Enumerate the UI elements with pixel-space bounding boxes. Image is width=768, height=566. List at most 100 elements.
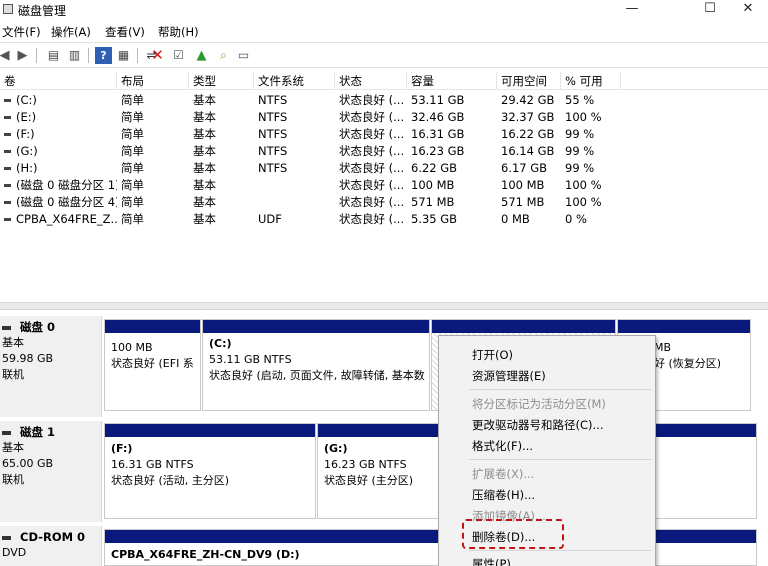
cell-percent-free: 55 % <box>565 93 595 107</box>
partition-name: CPBA_X64FRE_ZH-CN_DV9 (D:) <box>111 548 300 561</box>
table-row[interactable]: (C:) 简单 基本 NTFS 状态良好 (... 53.11 GB 29.42 GB 55 … <box>0 92 768 109</box>
disk-1-info[interactable]: 磁盘 1 基本 65.00 GB 联机 <box>0 421 102 522</box>
cell-volume: (F:) <box>0 126 117 143</box>
cell-layout: 简单 <box>121 212 144 226</box>
disk-0-type: 基本 <box>2 336 24 349</box>
disk-0-status: 联机 <box>2 368 24 381</box>
cell-free-space: 32.37 GB <box>501 110 555 124</box>
col-percent-free[interactable]: % 可用 <box>561 72 621 90</box>
cell-free-space: 29.42 GB <box>501 93 555 107</box>
col-free-space[interactable]: 可用空间 <box>497 72 561 90</box>
cell-percent-free: 100 % <box>565 110 602 124</box>
cell-volume: (C:) <box>0 92 117 109</box>
cdrom-0-info[interactable]: CD-ROM 0 DVD <box>0 526 102 566</box>
menu-view[interactable]: 查看(V) <box>105 24 145 40</box>
cell-free-space: 16.22 GB <box>501 127 555 141</box>
cell-type: 基本 <box>193 212 216 226</box>
disk-0-name: 磁盘 0 <box>2 319 101 335</box>
toolbar-separator <box>137 48 138 63</box>
cell-status: 状态良好 (... <box>339 161 405 175</box>
cell-layout: 简单 <box>121 110 144 124</box>
menu-shrink-volume[interactable]: 压缩卷(H)... <box>472 487 535 503</box>
menu-action[interactable]: 操作(A) <box>51 24 91 40</box>
partition-name: (C:) <box>209 337 232 350</box>
rescan-icon[interactable]: ▭ <box>235 47 252 64</box>
cell-filesystem <box>254 177 335 194</box>
disk-1-type: 基本 <box>2 441 24 454</box>
partition-status: 好 (恢复分区) <box>654 357 722 370</box>
cell-status: 状态良好 (... <box>339 110 405 124</box>
cell-filesystem <box>254 194 335 211</box>
partition-f[interactable]: (F:) 16.31 GB NTFS 状态良好 (活动, 主分区) <box>104 423 316 519</box>
partition-size: 16.31 GB NTFS <box>111 458 194 471</box>
partition-name: (F:) <box>111 442 133 455</box>
menu-file[interactable]: 文件(F) <box>2 24 41 40</box>
up-folder-icon[interactable]: ▲ <box>193 47 210 64</box>
back-icon[interactable]: ◀ <box>0 47 13 64</box>
partition-size: MB <box>654 341 672 354</box>
forward-icon[interactable]: ▶ <box>14 47 31 64</box>
cell-layout: 简单 <box>121 127 144 141</box>
cell-type: 基本 <box>193 110 216 124</box>
cell-type: 基本 <box>193 93 216 107</box>
table-row[interactable]: (磁盘 0 磁盘分区 4) 简单 基本 状态良好 (... 571 MB 571 MB 10… <box>0 194 768 211</box>
search-folder-icon[interactable]: ⌕ <box>215 47 232 64</box>
cell-capacity: 16.23 GB <box>411 144 465 158</box>
menu-separator <box>469 550 651 551</box>
partition-c[interactable]: (C:) 53.11 GB NTFS 状态良好 (启动, 页面文件, 故障转储,… <box>202 319 430 411</box>
table-row[interactable]: (磁盘 0 磁盘分区 1) 简单 基本 状态良好 (... 100 MB 100 MB 10… <box>0 177 768 194</box>
maximize-button[interactable]: ☐ <box>690 0 730 20</box>
partition-status: 状态良好 (活动, 主分区) <box>111 474 230 487</box>
properties-icon[interactable]: ▦ <box>115 47 132 64</box>
cell-layout: 简单 <box>121 161 144 175</box>
disk-0-info[interactable]: 磁盘 0 基本 59.98 GB 联机 <box>0 316 102 417</box>
cell-type: 基本 <box>193 195 216 209</box>
cell-free-space: 100 MB <box>501 178 545 192</box>
toolbar: ◀ ▶ ▤ ▥ ? ▦ ⇌ ✕ ☑ ▲ ⌕ ▭ <box>0 42 768 68</box>
title-bar: 磁盘管理 — ☐ ✕ <box>0 0 768 20</box>
table-row[interactable]: (F:) 简单 基本 NTFS 状态良好 (... 16.31 GB 16.22 GB 99 … <box>0 126 768 143</box>
cell-type: 基本 <box>193 178 216 192</box>
table-row[interactable]: CPBA_X64FRE_Z... 简单 基本 UDF 状态良好 (... 5.35 GB 0… <box>0 211 768 228</box>
console-tree-icon[interactable]: ▤ <box>45 47 62 64</box>
cell-percent-free: 99 % <box>565 127 595 141</box>
col-filesystem[interactable]: 文件系统 <box>254 72 335 90</box>
cell-status: 状态良好 (... <box>339 195 405 209</box>
partition-cdrom-d[interactable]: CPBA_X64FRE_ZH-CN_DV9 (D:) <box>104 529 757 566</box>
help-icon[interactable]: ? <box>95 47 112 64</box>
cell-capacity: 571 MB <box>411 195 455 209</box>
menu-separator <box>469 389 651 390</box>
menu-change-drive-letter[interactable]: 更改驱动器号和路径(C)... <box>472 417 603 433</box>
partition-disk0-efi[interactable]: 100 MB 状态良好 (EFI 系 <box>104 319 201 411</box>
toolbar-separator <box>88 48 89 63</box>
cell-percent-free: 99 % <box>565 144 595 158</box>
table-row[interactable]: (G:) 简单 基本 NTFS 状态良好 (... 16.23 GB 16.14 GB 99 … <box>0 143 768 160</box>
menu-separator <box>469 459 651 460</box>
cell-layout: 简单 <box>121 144 144 158</box>
menu-format[interactable]: 格式化(F)... <box>472 438 533 454</box>
delete-icon[interactable]: ✕ <box>149 47 166 64</box>
close-button[interactable]: ✕ <box>728 0 768 20</box>
list-view-icon[interactable]: ▥ <box>66 47 83 64</box>
col-volume[interactable]: 卷 <box>0 72 117 90</box>
col-status[interactable]: 状态 <box>335 72 407 90</box>
menu-properties[interactable]: 属性(P) <box>472 556 511 566</box>
checklist-icon[interactable]: ☑ <box>170 47 187 64</box>
cell-capacity: 5.35 GB <box>411 212 458 226</box>
col-capacity[interactable]: 容量 <box>407 72 497 90</box>
menu-open[interactable]: 打开(O) <box>472 347 513 363</box>
menu-help[interactable]: 帮助(H) <box>158 24 199 40</box>
col-type[interactable]: 类型 <box>189 72 254 90</box>
minimize-button[interactable]: — <box>612 0 652 20</box>
menu-explorer[interactable]: 资源管理器(E) <box>472 368 546 384</box>
table-row[interactable]: (E:) 简单 基本 NTFS 状态良好 (... 32.46 GB 32.37 GB 100… <box>0 109 768 126</box>
col-layout[interactable]: 布局 <box>117 72 189 90</box>
cell-filesystem: NTFS <box>258 127 288 141</box>
pane-splitter[interactable] <box>0 302 768 310</box>
cell-type: 基本 <box>193 127 216 141</box>
cell-percent-free: 100 % <box>565 178 602 192</box>
partition-size: 100 MB <box>111 341 153 354</box>
volume-list: 卷 布局 类型 文件系统 状态 容量 可用空间 % 可用 (C:) 简单 基本 NTF… <box>0 72 768 300</box>
cell-volume: CPBA_X64FRE_Z... <box>0 211 117 228</box>
table-row[interactable]: (H:) 简单 基本 NTFS 状态良好 (... 6.22 GB 6.17 GB 99 % <box>0 160 768 177</box>
